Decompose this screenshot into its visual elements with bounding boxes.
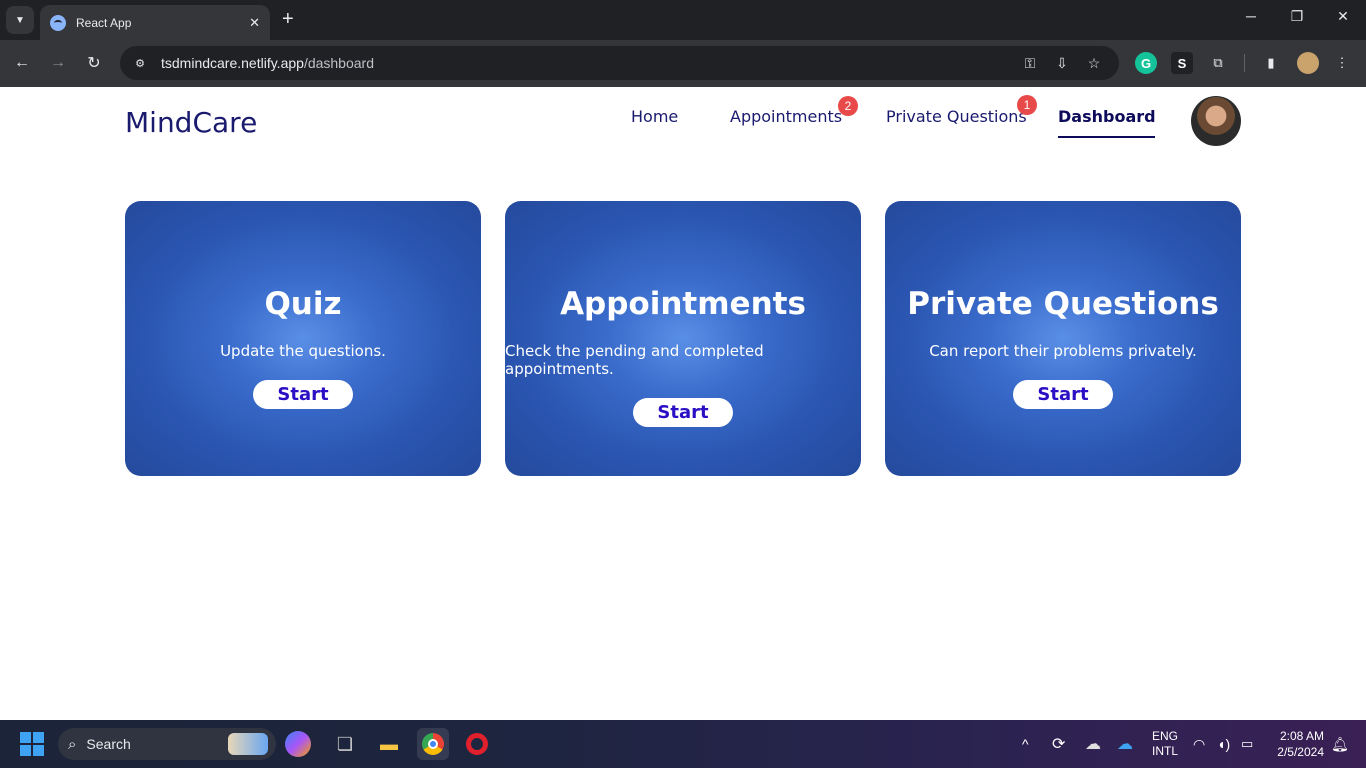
bookmark-star-icon[interactable]: ☆ <box>1084 54 1104 72</box>
private-questions-start-button[interactable]: Start <box>1013 380 1113 409</box>
tab-search-button[interactable]: ▼ <box>6 6 34 34</box>
s-extension-icon[interactable]: S <box>1171 52 1193 74</box>
search-highlight-icon <box>228 733 268 755</box>
browser-toolbar: ← → ↻ ⚙ tsdmindcare.netlify.app/dashboar… <box>0 40 1366 87</box>
brand-logo[interactable]: MindCare <box>125 106 257 139</box>
card-title: Quiz <box>264 286 342 322</box>
page-content: MindCare Home Appointments 2 Private Que… <box>0 87 1366 720</box>
url-text: tsdmindcare.netlify.app/dashboard <box>161 55 374 71</box>
cloud-icon[interactable]: ☁ <box>1085 720 1101 768</box>
quiz-card: Quiz Update the questions. Start <box>125 201 481 476</box>
volume-icon[interactable]: ◖) <box>1217 720 1230 768</box>
language-indicator[interactable]: ENG INTL <box>1150 729 1180 759</box>
task-view-icon[interactable]: ❏ <box>329 728 361 760</box>
quiz-start-button[interactable]: Start <box>253 380 353 409</box>
wifi-icon[interactable]: ◠ <box>1193 720 1205 768</box>
private-questions-card: Private Questions Can report their probl… <box>885 201 1241 476</box>
close-window-button[interactable]: ✕ <box>1320 8 1366 25</box>
search-icon: ⌕ <box>68 735 77 753</box>
onedrive-icon[interactable]: ☁ <box>1117 720 1133 768</box>
card-description: Check the pending and completed appointm… <box>505 342 764 378</box>
reload-button[interactable]: ↻ <box>82 51 106 75</box>
taskbar-search[interactable]: ⌕ Search <box>58 728 276 760</box>
battery-icon[interactable]: ▭ <box>1241 720 1253 768</box>
opera-icon[interactable] <box>461 728 493 760</box>
file-explorer-icon[interactable]: ▬ <box>373 728 405 760</box>
toolbar-divider <box>1244 54 1245 72</box>
show-hidden-icons-icon[interactable]: ^ <box>1022 720 1029 768</box>
appointments-start-button[interactable]: Start <box>633 398 733 427</box>
minimize-button[interactable]: ─ <box>1228 8 1274 24</box>
extensions-puzzle-icon[interactable]: ⧉ <box>1207 52 1229 74</box>
password-key-icon[interactable]: ⚿ <box>1020 54 1040 72</box>
user-avatar[interactable] <box>1191 96 1241 146</box>
windows-start-icon[interactable] <box>20 732 44 756</box>
profile-avatar-icon[interactable] <box>1297 52 1319 74</box>
appointments-card: Appointments Check the pending and compl… <box>505 201 861 476</box>
sync-icon[interactable]: ⟳ <box>1052 720 1065 768</box>
notification-bell-icon[interactable]: 🔔︎ <box>1331 720 1349 768</box>
system-clock[interactable]: 2:08 AM 2/5/2024 <box>1272 728 1324 760</box>
browser-tab-bar: ▼ React App ✕ + ─ ❐ ✕ <box>0 0 1366 40</box>
nav-appointments[interactable]: Appointments <box>730 107 842 126</box>
new-tab-button[interactable]: + <box>282 8 294 30</box>
react-favicon-icon <box>50 14 66 31</box>
nav-dashboard[interactable]: Dashboard <box>1058 107 1156 138</box>
nav-home[interactable]: Home <box>631 107 678 126</box>
side-panel-icon[interactable]: ▮ <box>1260 52 1282 74</box>
card-description: Update the questions. <box>220 342 386 360</box>
appointments-badge: 2 <box>838 96 858 116</box>
address-bar[interactable]: ⚙ tsdmindcare.netlify.app/dashboard ⚿ ⇩ … <box>120 46 1119 80</box>
tab-title: React App <box>76 15 132 30</box>
grammarly-extension-icon[interactable]: G <box>1135 52 1157 74</box>
copilot-icon[interactable] <box>285 731 311 757</box>
private-questions-badge: 1 <box>1017 95 1037 115</box>
search-label: Search <box>86 736 131 752</box>
close-tab-icon[interactable]: ✕ <box>249 15 260 31</box>
card-title: Appointments <box>560 286 806 322</box>
more-menu-icon[interactable]: ⋮ <box>1331 52 1353 74</box>
restore-button[interactable]: ❐ <box>1274 8 1320 25</box>
site-settings-icon[interactable]: ⚙ <box>132 55 148 71</box>
windows-taskbar: ⌕ Search ❏ ▬ ^ ⟳ ☁ ☁ ENG INTL ◠ ◖) ▭ 2:0… <box>0 720 1366 768</box>
chrome-icon[interactable] <box>417 728 449 760</box>
browser-tab[interactable]: React App ✕ <box>40 5 270 40</box>
install-app-icon[interactable]: ⇩ <box>1052 54 1072 72</box>
nav-private-questions[interactable]: Private Questions <box>886 107 1027 126</box>
back-button[interactable]: ← <box>10 51 34 75</box>
card-description: Can report their problems privately. <box>929 342 1197 360</box>
card-title: Private Questions <box>907 286 1219 322</box>
forward-button[interactable]: → <box>46 51 70 75</box>
